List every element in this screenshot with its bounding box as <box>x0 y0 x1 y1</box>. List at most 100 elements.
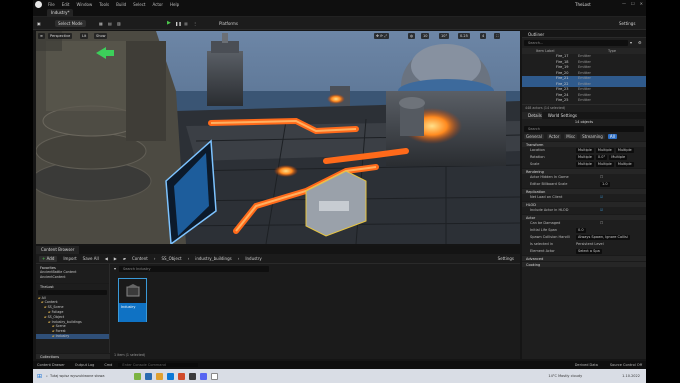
viewport-lit[interactable]: Lit <box>80 33 89 39</box>
menu-build[interactable]: Build <box>116 2 126 7</box>
scale-z[interactable]: Multiple <box>615 161 634 167</box>
outliner-settings-icon[interactable]: ⚙ <box>638 40 644 46</box>
transform-tools[interactable]: ✥ ⟳ ⤢ <box>374 33 389 39</box>
favorite-item[interactable]: AncientContent <box>36 275 109 280</box>
snap-angle-value[interactable]: 10° <box>439 33 450 39</box>
play-icon[interactable]: ▶ <box>167 20 171 27</box>
output-log-button[interactable]: Output Log <box>75 363 95 367</box>
menu-edit[interactable]: Edit <box>62 2 70 7</box>
source-control-button[interactable]: Source Control Off <box>610 363 642 367</box>
filter-icon[interactable]: ▾ <box>630 40 636 46</box>
close-icon[interactable]: ✕ <box>640 1 643 6</box>
viewport-show[interactable]: Show <box>94 33 108 39</box>
world-settings-tab[interactable]: World Settings <box>541 111 578 119</box>
asset-search-input[interactable]: Search Industry <box>119 266 270 272</box>
settings-button[interactable]: Settings <box>619 20 635 27</box>
world-local-icon[interactable]: ◍ <box>408 33 416 39</box>
outliner-title[interactable]: Outliner <box>522 31 646 38</box>
taskbar-app-icon[interactable] <box>134 372 141 380</box>
asset-filter-icon[interactable]: ▾ <box>114 266 116 272</box>
more-play-options-icon[interactable]: ⋮ <box>193 20 197 27</box>
level-tab[interactable]: Industry* <box>47 9 74 17</box>
net-load-checkbox[interactable]: ☑ <box>600 195 603 199</box>
level-viewport[interactable]: ≡ Perspective Lit Show ✥ ⟳ ⤢ ◍ 10 10° 0.… <box>36 31 520 244</box>
cb-settings-button[interactable]: Settings <box>498 256 514 261</box>
minimize-icon[interactable]: — <box>622 1 626 6</box>
menu-window[interactable]: Window <box>76 2 92 7</box>
folder-search-input[interactable] <box>38 289 107 295</box>
windows-start-icon[interactable]: ⊞ <box>37 373 42 380</box>
derived-data-button[interactable]: Derived Data <box>575 363 598 367</box>
maximize-icon[interactable]: ☐ <box>631 1 635 6</box>
unreal-logo-icon[interactable] <box>35 1 42 8</box>
breadcrumb-industry[interactable]: Industry <box>245 256 261 261</box>
maximize-viewport-icon[interactable]: ⛶ <box>494 33 501 39</box>
rotation-z[interactable]: Multiple <box>609 154 628 160</box>
stop-icon[interactable]: ■ <box>184 20 188 27</box>
snap-grid-value[interactable]: 10 <box>421 33 430 39</box>
filter-actor[interactable]: Actor <box>546 133 562 139</box>
add-button[interactable]: + Add <box>39 255 58 262</box>
console-input[interactable]: Enter Console Command <box>118 363 199 367</box>
billboard-input[interactable]: 1.0 <box>600 181 610 187</box>
actor-hidden-checkbox[interactable]: ☐ <box>600 175 603 179</box>
menu-tools[interactable]: Tools <box>99 2 109 7</box>
menu-select[interactable]: Select <box>133 2 145 7</box>
taskbar-app-icon[interactable] <box>167 372 174 380</box>
location-x[interactable]: Multiple <box>576 147 594 153</box>
breadcrumb-industry-buildings[interactable]: industry_buildings <box>195 256 232 261</box>
menu-file[interactable]: File <box>48 2 55 7</box>
pause-icon[interactable]: ❚❚ <box>175 20 182 27</box>
content-icon[interactable]: ▦ <box>99 20 103 27</box>
outliner-search-input[interactable]: Search... <box>524 40 628 46</box>
camera-speed-value[interactable]: 4 <box>480 33 487 39</box>
can-be-damaged-checkbox[interactable]: ☐ <box>600 221 603 225</box>
save-icon[interactable]: ▣ <box>37 20 41 27</box>
back-icon[interactable]: ◀ <box>105 256 108 261</box>
breadcrumb-ss-object[interactable]: SS_Object <box>161 256 181 261</box>
location-z[interactable]: Multiple <box>615 147 634 153</box>
cinematics-icon[interactable]: ▥ <box>117 20 121 27</box>
filter-all[interactable]: All <box>607 133 617 139</box>
filter-misc[interactable]: Misc <box>564 133 578 139</box>
import-button[interactable]: Import <box>63 256 76 261</box>
menu-help[interactable]: Help <box>170 2 179 7</box>
taskbar-search-icon[interactable]: ⌕ <box>46 374 48 378</box>
col-type[interactable]: Type <box>608 48 616 54</box>
taskbar-app-icon[interactable] <box>156 372 163 380</box>
breadcrumb-content[interactable]: Content <box>132 256 148 261</box>
location-y[interactable]: Multiple <box>595 147 614 153</box>
rotation-x[interactable]: Multiple <box>576 154 594 160</box>
viewport-perspective[interactable]: Perspective <box>48 33 73 39</box>
viewport-menu-icon[interactable]: ≡ <box>38 33 45 39</box>
filter-general[interactable]: General <box>524 133 544 139</box>
asset-tile-industry[interactable]: Industry <box>118 278 147 322</box>
blueprint-icon[interactable]: ▤ <box>108 20 112 27</box>
spawn-collision-dropdown[interactable]: Always Spawn, Ignore Collisi <box>576 234 630 240</box>
content-drawer-button[interactable]: Content Drawer <box>37 363 65 367</box>
rotation-y[interactable]: 0.0° <box>595 154 608 160</box>
platforms-button[interactable]: Platforms <box>219 20 238 27</box>
save-all-button[interactable]: Save All <box>83 256 99 261</box>
collections-header[interactable]: Collections <box>36 353 110 359</box>
taskbar-app-icon[interactable] <box>189 372 196 380</box>
taskbar-search-input[interactable]: Tutaj wpisz wyszukiwane słowa <box>50 374 130 378</box>
taskbar-app-icon[interactable] <box>200 372 207 380</box>
element-actor-dropdown[interactable]: Select a Spa <box>576 248 602 254</box>
snap-scale-value[interactable]: 0.25 <box>458 33 470 39</box>
mode-dropdown[interactable]: Select Mode <box>55 20 86 27</box>
cmd-dropdown[interactable]: Cmd <box>104 363 112 367</box>
life-span-input[interactable]: 0.0 <box>576 227 586 233</box>
content-browser-tab[interactable]: Content Browser <box>36 246 80 254</box>
weather-widget[interactable]: 14°C Mostly cloudy <box>548 374 582 378</box>
menu-actor[interactable]: Actor <box>152 2 163 7</box>
scale-x[interactable]: Multiple <box>576 161 594 167</box>
taskbar-app-icon[interactable] <box>145 372 152 380</box>
unreal-taskbar-icon[interactable] <box>211 372 218 380</box>
taskbar-app-icon[interactable] <box>178 372 185 380</box>
folder-tree-item[interactable]: ▰ Industry <box>36 333 109 339</box>
details-tab[interactable]: Details <box>522 111 542 119</box>
filter-streaming[interactable]: Streaming <box>580 133 605 139</box>
include-hlod-checkbox[interactable]: ☑ <box>600 208 603 212</box>
scale-y[interactable]: Multiple <box>595 161 614 167</box>
